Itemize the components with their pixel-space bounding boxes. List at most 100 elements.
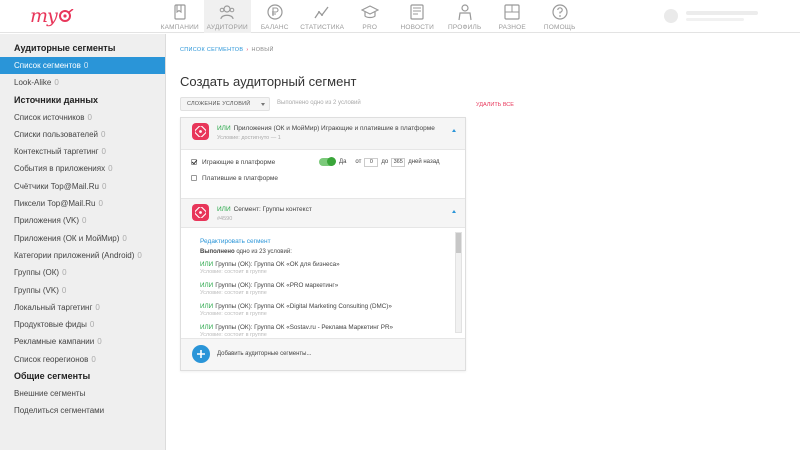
segment-header-apps[interactable]: ИЛИ Приложения (ОК и МойМир) Играющие и п… <box>181 118 465 150</box>
sidebar-item[interactable]: Look-Alike 0 <box>0 74 165 91</box>
sidebar-item-label: Категории приложений (Android) <box>14 250 135 260</box>
condition-title: ИЛИ Группы (ОК): Группа ОК «PRO маркетинг… <box>200 282 450 289</box>
sidebar-heading: Источники данных <box>14 94 99 105</box>
nav-label: КАМПАНИИ <box>160 24 199 31</box>
enabled-toggle[interactable] <box>319 157 336 166</box>
sidebar-item-label: Группы (ОК) <box>14 268 60 278</box>
nav-item-7[interactable]: РАЗНОЕ <box>489 0 537 33</box>
nav-label: PRO <box>362 24 378 31</box>
condition-item: ИЛИ Группы (ОК): Группа ОК «Sostav.ru - Р… <box>200 324 450 337</box>
add-icon[interactable] <box>192 345 210 363</box>
checkbox-playing[interactable] <box>191 159 197 165</box>
condition-title: ИЛИ Группы (ОК): Группа ОК «Sostav.ru - Р… <box>200 324 450 331</box>
sidebar-item-count: 0 <box>101 147 106 157</box>
condition-text: Группы (ОК): Группа ОК «ОК для бизнеса» <box>215 261 340 268</box>
nav-item-5[interactable]: НОВОСТИ <box>394 0 442 33</box>
conditions-list: Редактировать сегмент Выполнено одно из … <box>181 229 465 337</box>
from-days-input[interactable]: 0 <box>364 157 379 167</box>
sidebar-item[interactable]: Локальный таргетинг 0 <box>0 299 165 316</box>
sidebar-item-count: 0 <box>122 233 127 243</box>
sidebar-item[interactable]: Список источников 0 <box>0 109 165 126</box>
checkbox-paying[interactable] <box>191 175 197 181</box>
sidebar-item-label: Рекламные кампании <box>14 337 95 347</box>
sidebar-item[interactable]: Группы (VK) 0 <box>0 282 165 299</box>
sidebar-heading: Аудиторные сегменты <box>14 43 116 53</box>
scrollbar-thumb[interactable] <box>456 233 461 253</box>
sidebar-item-label: Списки пользователей <box>14 129 99 139</box>
nav-item-1[interactable]: АУДИТОРИИ <box>203 0 251 33</box>
conditions-status: Выполнено одно из 2 условий <box>277 100 361 106</box>
sidebar-item-count: 0 <box>101 181 107 191</box>
sidebar-item[interactable]: Группы (ОК) 0 <box>0 264 165 281</box>
sidebar-item[interactable]: Списки пользователей 0 <box>0 126 165 143</box>
sidebar-heading: Общие сегменты <box>14 371 91 382</box>
nav-item-8[interactable]: ПОМОЩЬ <box>536 0 584 33</box>
sidebar-item-count: 0 <box>54 78 59 88</box>
to-days-input[interactable]: 365 <box>391 157 406 167</box>
user-profile[interactable] <box>664 9 758 23</box>
nav-item-6[interactable]: ПРОФИЛЬ <box>441 0 489 33</box>
add-segment-row[interactable]: Добавить аудиторные сегменты... <box>181 338 465 370</box>
delete-all-button[interactable]: УДАЛИТЬ ВСЕ <box>476 102 514 108</box>
sidebar-item[interactable]: Рекламные кампании 0 <box>0 333 165 350</box>
avatar <box>664 9 678 23</box>
breadcrumb-segment-list-link[interactable]: СПИСОК СЕГМЕНТОВ <box>180 47 243 53</box>
or-label: ИЛИ <box>200 324 214 331</box>
nav-label: СТАТИСТИКА <box>300 24 345 31</box>
sidebar-item[interactable]: Счётчики Top@Mail.Ru 0 <box>0 178 165 195</box>
sidebar-item-count: 0 <box>97 337 102 347</box>
condition-subtitle: Условие: состоит в группе <box>200 332 267 337</box>
sidebar-item-count: 0 <box>62 268 67 278</box>
sidebar-item[interactable]: Поделиться сегментами <box>0 402 165 419</box>
segment-title-text: Приложения (ОК и МойМир) Играющие и плат… <box>233 125 435 132</box>
sidebar-item[interactable]: Категории приложений (Android) 0 <box>0 247 165 264</box>
sidebar-item[interactable]: Контекстный таргетинг 0 <box>0 143 165 160</box>
segment-header-groups[interactable]: ИЛИ Сегмент: Группы контекст #4590 <box>181 198 465 228</box>
sidebar-item[interactable]: Продуктовые фиды 0 <box>0 316 165 333</box>
sidebar-item[interactable]: Пиксели Top@Mail.Ru 0 <box>0 195 165 212</box>
segment-title-text: Сегмент: Группы контекст <box>233 206 312 213</box>
done-rest: одно из 23 условий: <box>234 249 292 255</box>
mytarget-logo[interactable]: my <box>30 5 74 27</box>
sidebar-item[interactable]: Внешние сегменты <box>0 385 165 402</box>
days-ago-label: дней назад <box>408 159 440 165</box>
option-playing[interactable]: Играющие в платформе <box>191 157 275 167</box>
conditions-summary: Выполнено одно из 23 условий: <box>200 249 292 255</box>
segment-title: ИЛИ Сегмент: Группы контекст <box>217 206 312 213</box>
nav-label: АУДИТОРИИ <box>206 24 248 31</box>
condition-title: ИЛИ Группы (ОК): Группа ОК «ОК для бизнес… <box>200 261 450 268</box>
sidebar-item-count: 0 <box>95 302 100 312</box>
collapse-icon[interactable] <box>452 210 456 213</box>
nav-item-2[interactable]: БАЛАНС <box>251 0 299 33</box>
condition-text: Группы (ОК): Группа ОК «Digital Marketin… <box>215 303 392 310</box>
sidebar-item[interactable]: События в приложениях 0 <box>0 160 165 177</box>
news-icon <box>410 4 424 20</box>
option-paying[interactable]: Платившие в платформе <box>191 173 278 183</box>
add-segment-label[interactable]: Добавить аудиторные сегменты... <box>217 351 311 357</box>
combine-conditions-value: СЛОЖЕНИЕ УСЛОВИЙ <box>187 101 251 107</box>
sidebar-item-label: Список георегионов <box>14 354 89 364</box>
segment-panel: ИЛИ Приложения (ОК и МойМир) Играющие и п… <box>180 117 466 371</box>
condition-text: Группы (ОК): Группа ОК «PRO маркетинг» <box>215 282 339 289</box>
nav-item-0[interactable]: КАМПАНИИ <box>156 0 204 33</box>
segment-subtitle: Условие: достигнуто — 1 <box>217 135 281 141</box>
done-bold: Выполнено <box>200 249 235 255</box>
sidebar-item[interactable]: Список георегионов 0 <box>0 351 165 368</box>
gamepad-icon <box>192 123 209 140</box>
nav-item-3[interactable]: СТАТИСТИКА <box>299 0 347 33</box>
nav-item-4[interactable]: PRO <box>346 0 394 33</box>
combine-conditions-select[interactable]: СЛОЖЕНИЕ УСЛОВИЙ <box>180 97 270 111</box>
sidebar-item-label: Группы (VK) <box>14 285 59 295</box>
sidebar-item[interactable]: Список сегментов 0 <box>0 57 165 75</box>
conditions-scrollbar[interactable] <box>455 232 462 333</box>
breadcrumb: СПИСОК СЕГМЕНТОВ › НОВЫЙ <box>180 47 274 53</box>
segment-title: ИЛИ Приложения (ОК и МойМир) Играющие и п… <box>217 125 435 132</box>
collapse-icon[interactable] <box>452 129 456 132</box>
chevron-down-icon <box>261 103 265 106</box>
sidebar-item-count: 0 <box>137 250 142 260</box>
edit-segment-link[interactable]: Редактировать сегмент <box>200 238 271 245</box>
sidebar-item[interactable]: Приложения (VK) 0 <box>0 212 165 229</box>
nav-label: ПРОФИЛЬ <box>448 24 482 31</box>
sidebar-item[interactable]: Приложения (ОК и МойМир) 0 <box>0 230 165 247</box>
sidebar-item-count: 0 <box>108 164 113 174</box>
